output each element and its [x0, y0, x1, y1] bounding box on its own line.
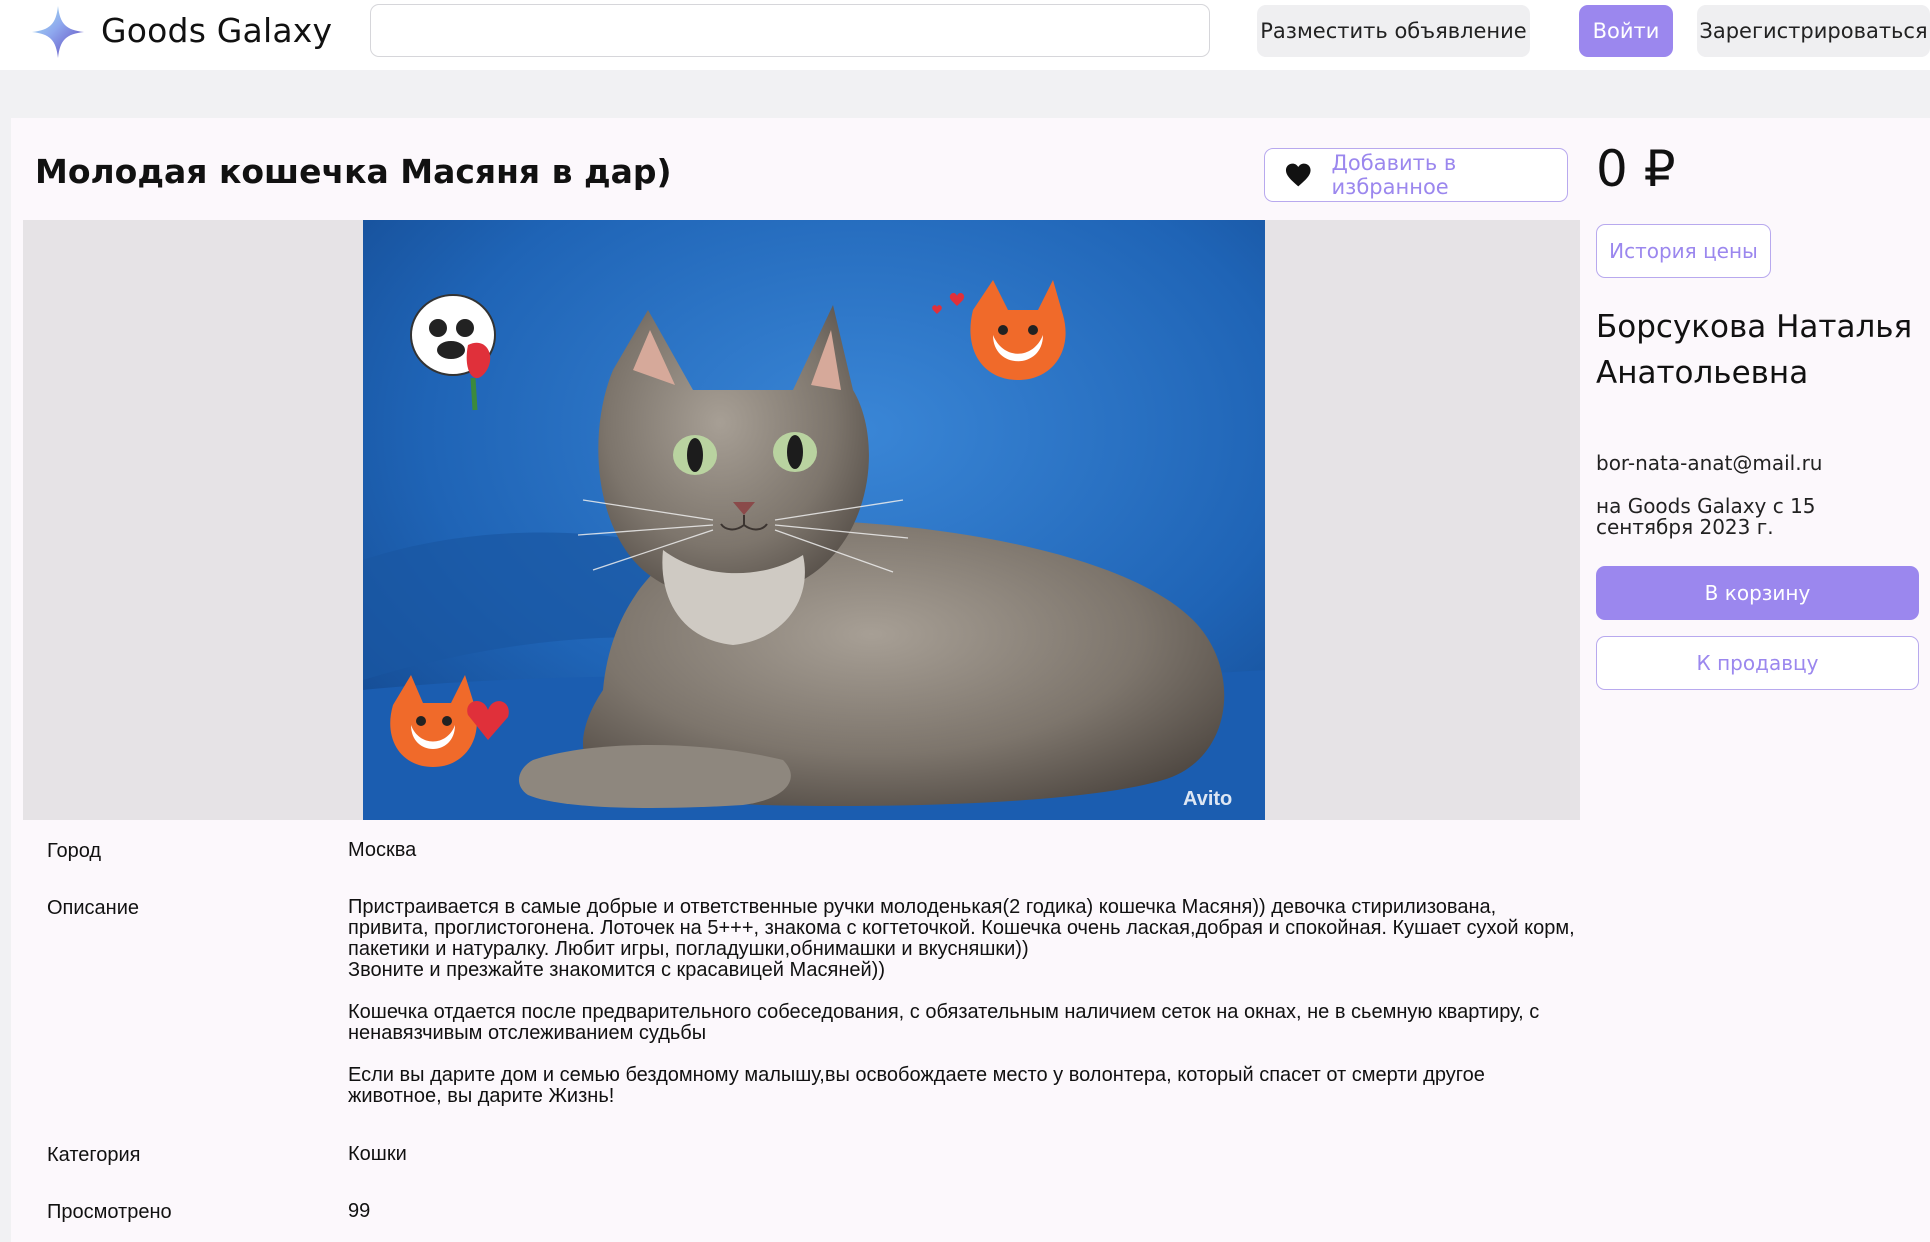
seller-name: Борсукова Наталья Анатольевна [1596, 309, 1913, 391]
add-to-favorites-label: Добавить в избранное [1331, 151, 1457, 199]
seller-email: bor-nata-anat@mail.ru [1596, 451, 1823, 475]
avito-watermark: Avito [1183, 788, 1232, 810]
description-paragraph: Если вы дарите дом и семью бездомному ма… [348, 1064, 1485, 1107]
seller-member-since: на Goods Galaxy с 15 сентября 2023 г. [1596, 494, 1816, 539]
login-button[interactable]: Войти [1579, 5, 1673, 57]
detail-value: Кошки [348, 1143, 407, 1165]
detail-value: 99 [348, 1200, 371, 1222]
detail-value-description: Пристраивается в самые добрые и ответств… [348, 897, 1578, 1107]
logo-star-icon[interactable] [30, 4, 86, 60]
listing-card: Молодая кошечка Масяня в дар) Добавить в… [11, 118, 1930, 1242]
top-header: Goods Galaxy Разместить объявление Войти… [0, 0, 1930, 70]
price-history-button[interactable]: История цены [1596, 224, 1771, 278]
listing-photo[interactable]: Avito [363, 220, 1265, 820]
add-to-favorites-button[interactable]: Добавить в избранное [1264, 148, 1568, 202]
detail-key: Категория [47, 1144, 141, 1166]
detail-key: Просмотрено [47, 1201, 172, 1223]
description-paragraph: Пристраивается в самые добрые и ответств… [348, 896, 1575, 981]
detail-key: Описание [47, 897, 140, 919]
detail-value: Москва [348, 839, 417, 861]
price: 0 ₽ [1596, 140, 1676, 198]
post-ad-button[interactable]: Разместить объявление [1257, 5, 1530, 57]
heart-icon [1285, 163, 1311, 187]
go-to-seller-button[interactable]: К продавцу [1596, 636, 1919, 690]
register-button[interactable]: Зарегистрироваться [1697, 5, 1930, 57]
listing-title: Молодая кошечка Масяня в дар) [35, 152, 672, 191]
detail-key: Город [47, 840, 102, 862]
add-to-cart-button[interactable]: В корзину [1596, 566, 1919, 620]
photo-gallery: Avito [23, 220, 1580, 820]
search-input[interactable] [370, 4, 1210, 57]
description-paragraph: Кошечка отдается после предварительного … [348, 1001, 1540, 1044]
brand-name[interactable]: Goods Galaxy [101, 11, 332, 50]
